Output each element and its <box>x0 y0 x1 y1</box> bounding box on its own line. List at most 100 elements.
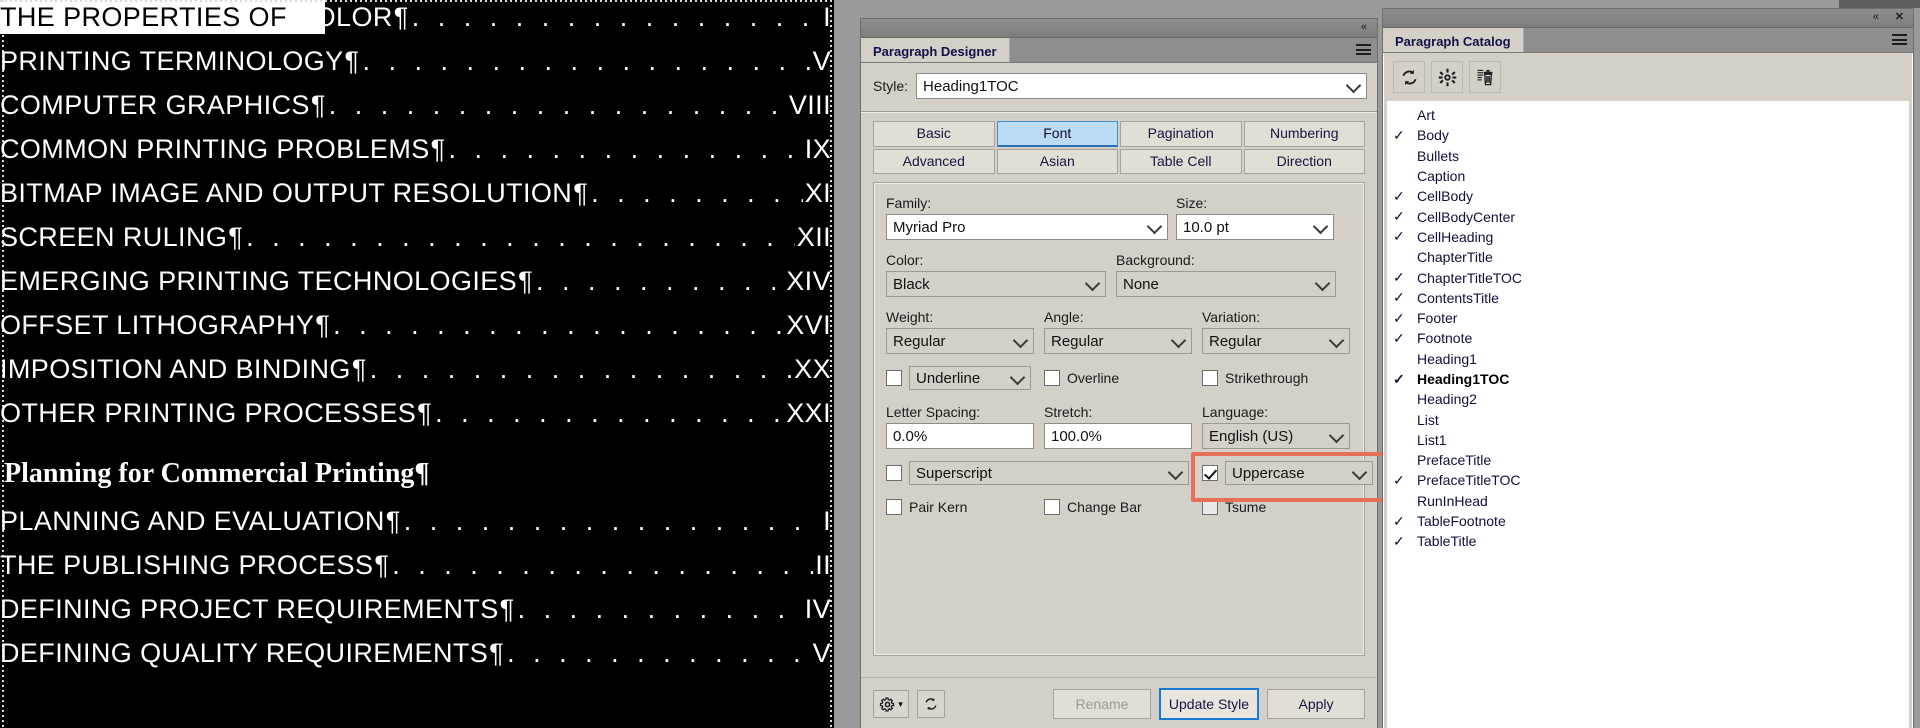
catalog-menu-icon[interactable] <box>1892 34 1907 45</box>
tab-direction[interactable]: Direction <box>1243 149 1365 174</box>
toc-entry[interactable]: COMPUTER GRAPHICS ¶. . . . . . . . . . . … <box>0 90 834 134</box>
toc-entry[interactable]: BITMAP IMAGE AND OUTPUT RESOLUTION ¶. . .… <box>0 178 834 222</box>
size-select[interactable]: 10.0 pt <box>1176 214 1334 240</box>
toc-entry[interactable]: THE PROPERTIES OF COLOR ¶. . . . . . . . … <box>0 2 834 46</box>
panel-menu-icon[interactable] <box>1356 44 1371 55</box>
catalog-item[interactable]: Art <box>1387 105 1909 125</box>
language-select[interactable]: English (US) <box>1202 423 1350 449</box>
toc-entry[interactable]: PRINTING TERMINOLOGY ¶. . . . . . . . . .… <box>0 46 834 90</box>
panel-drag-grip[interactable]: « <box>861 19 1377 38</box>
color-select[interactable]: Black <box>886 271 1106 297</box>
toc-entry[interactable]: OTHER PRINTING PROCESSES ¶. . . . . . . .… <box>0 398 834 442</box>
strikethrough-checkbox-group[interactable]: Strikethrough <box>1202 366 1352 390</box>
superscript-select[interactable]: Superscript <box>909 461 1189 485</box>
toc-document-pane[interactable]: THE PROPERTIES OF COLOR ¶. . . . . . . . … <box>0 0 834 728</box>
delete-icon[interactable] <box>1469 61 1501 93</box>
overline-checkbox[interactable] <box>1044 370 1060 386</box>
catalog-drag-grip[interactable]: « ✕ <box>1383 9 1913 28</box>
tab-numbering[interactable]: Numbering <box>1243 121 1365 147</box>
style-select[interactable]: Heading1TOC <box>916 73 1367 99</box>
chevron-down-icon <box>1012 332 1029 349</box>
pilcrow-icon: ¶ <box>228 222 244 252</box>
reset-refresh-button[interactable] <box>917 690 945 718</box>
collapse-icon[interactable]: « <box>1361 21 1367 34</box>
underline-checkbox-group[interactable]: Underline <box>886 366 1044 390</box>
collapse-icon[interactable]: « <box>1873 11 1879 24</box>
catalog-item[interactable]: ✓ TableFootnote <box>1387 511 1909 531</box>
options-gear-button[interactable]: ▾ <box>873 690 909 718</box>
catalog-item[interactable]: ✓ Footer <box>1387 308 1909 328</box>
close-icon[interactable]: ✕ <box>1895 11 1904 24</box>
paragraph-catalog-list[interactable]: Art ✓ Body Bullets Caption ✓ CellBody ✓ CellBody… <box>1387 101 1909 728</box>
change-bar-checkbox-group[interactable]: Change Bar <box>1044 499 1202 515</box>
catalog-item[interactable]: ✓ Body <box>1387 125 1909 145</box>
superscript-checkbox[interactable] <box>886 465 902 481</box>
capitalization-checkbox[interactable] <box>1202 465 1218 481</box>
superscript-checkbox-group[interactable]: Superscript <box>886 461 1202 485</box>
pair-kern-checkbox[interactable] <box>886 499 902 515</box>
tab-basic[interactable]: Basic <box>873 121 995 147</box>
toc-entry[interactable]: DEFINING QUALITY REQUIREMENTS ¶. . . . . … <box>0 638 834 682</box>
catalog-item[interactable]: PrefaceTitle <box>1387 450 1909 470</box>
catalog-item[interactable]: ✓ PrefaceTitleTOC <box>1387 470 1909 490</box>
toc-entry[interactable]: EMERGING PRINTING TECHNOLOGIES ¶. . . . .… <box>0 266 834 310</box>
tsume-checkbox[interactable] <box>1202 499 1218 515</box>
paragraph-designer-panel[interactable]: « Paragraph Designer Style: Heading1TOC … <box>860 18 1386 728</box>
overline-checkbox-group[interactable]: Overline <box>1044 366 1202 390</box>
catalog-item[interactable]: ✓ CellBodyCenter <box>1387 206 1909 226</box>
background-select[interactable]: None <box>1116 271 1336 297</box>
tab-table-cell[interactable]: Table Cell <box>1120 149 1242 174</box>
capitalization-checkbox-group[interactable]: Uppercase <box>1202 461 1373 485</box>
toc-entry[interactable]: PLANNING AND EVALUATION ¶. . . . . . . . … <box>0 506 834 550</box>
stretch-input[interactable]: 100.0% <box>1044 423 1192 449</box>
catalog-item[interactable]: List <box>1387 409 1909 429</box>
capitalization-select[interactable]: Uppercase <box>1225 461 1373 485</box>
catalog-item[interactable]: ✓ CellBody <box>1387 186 1909 206</box>
tab-pagination[interactable]: Pagination <box>1120 121 1242 147</box>
tab-advanced[interactable]: Advanced <box>873 149 995 174</box>
catalog-item-label: Heading1TOC <box>1417 371 1510 387</box>
catalog-item[interactable]: List1 <box>1387 430 1909 450</box>
toc-entry[interactable]: OFFSET LITHOGRAPHY ¶. . . . . . . . . . .… <box>0 310 834 354</box>
angle-select[interactable]: Regular <box>1044 328 1192 354</box>
family-select[interactable]: Myriad Pro <box>886 214 1168 240</box>
change-bar-checkbox[interactable] <box>1044 499 1060 515</box>
tab-paragraph-designer[interactable]: Paragraph Designer <box>861 38 1010 62</box>
toc-entry[interactable]: IMPOSITION AND BINDING ¶. . . . . . . . .… <box>0 354 834 398</box>
catalog-item[interactable]: ✓ ContentsTitle <box>1387 288 1909 308</box>
catalog-item[interactable]: ✓ TableTitle <box>1387 531 1909 551</box>
catalog-item[interactable]: Heading1 <box>1387 349 1909 369</box>
underline-checkbox[interactable] <box>886 370 902 386</box>
tab-font[interactable]: Font <box>996 121 1118 147</box>
strikethrough-checkbox[interactable] <box>1202 370 1218 386</box>
catalog-item[interactable]: Caption <box>1387 166 1909 186</box>
weight-select[interactable]: Regular <box>886 328 1034 354</box>
catalog-item[interactable]: ChapterTitle <box>1387 247 1909 267</box>
rename-button[interactable]: Rename <box>1053 689 1151 719</box>
catalog-item[interactable]: ✓ CellHeading <box>1387 227 1909 247</box>
gear-icon[interactable] <box>1431 61 1463 93</box>
catalog-item[interactable]: ✓ ChapterTitleTOC <box>1387 267 1909 287</box>
tsume-checkbox-group[interactable]: Tsume <box>1202 499 1352 515</box>
catalog-item[interactable]: RunInHead <box>1387 491 1909 511</box>
letter-spacing-input[interactable]: 0.0% <box>886 423 1034 449</box>
pilcrow-icon: ¶ <box>374 550 390 580</box>
refresh-icon[interactable] <box>1393 61 1425 93</box>
change-bar-label: Change Bar <box>1067 499 1142 515</box>
toc-entry[interactable]: SCREEN RULING ¶. . . . . . . . . . . . . … <box>0 222 834 266</box>
catalog-item[interactable]: Bullets <box>1387 146 1909 166</box>
update-style-button[interactable]: Update Style <box>1159 688 1259 720</box>
tab-paragraph-catalog[interactable]: Paragraph Catalog <box>1383 28 1524 52</box>
catalog-item[interactable]: ✓ Heading1TOC <box>1387 369 1909 389</box>
apply-button[interactable]: Apply <box>1267 689 1365 719</box>
variation-select[interactable]: Regular <box>1202 328 1350 354</box>
toc-entry[interactable]: COMMON PRINTING PROBLEMS ¶. . . . . . . .… <box>0 134 834 178</box>
underline-select[interactable]: Underline <box>909 366 1031 390</box>
catalog-item[interactable]: Heading2 <box>1387 389 1909 409</box>
toc-entry[interactable]: THE PUBLISHING PROCESS ¶. . . . . . . . .… <box>0 550 834 594</box>
catalog-item[interactable]: ✓ Footnote <box>1387 328 1909 348</box>
paragraph-catalog-panel[interactable]: « ✕ Paragraph Catalog Art ✓ Body Bullets… <box>1382 8 1914 728</box>
pair-kern-checkbox-group[interactable]: Pair Kern <box>886 499 1044 515</box>
toc-entry[interactable]: DEFINING PROJECT REQUIREMENTS ¶. . . . . … <box>0 594 834 638</box>
tab-asian[interactable]: Asian <box>996 149 1118 174</box>
